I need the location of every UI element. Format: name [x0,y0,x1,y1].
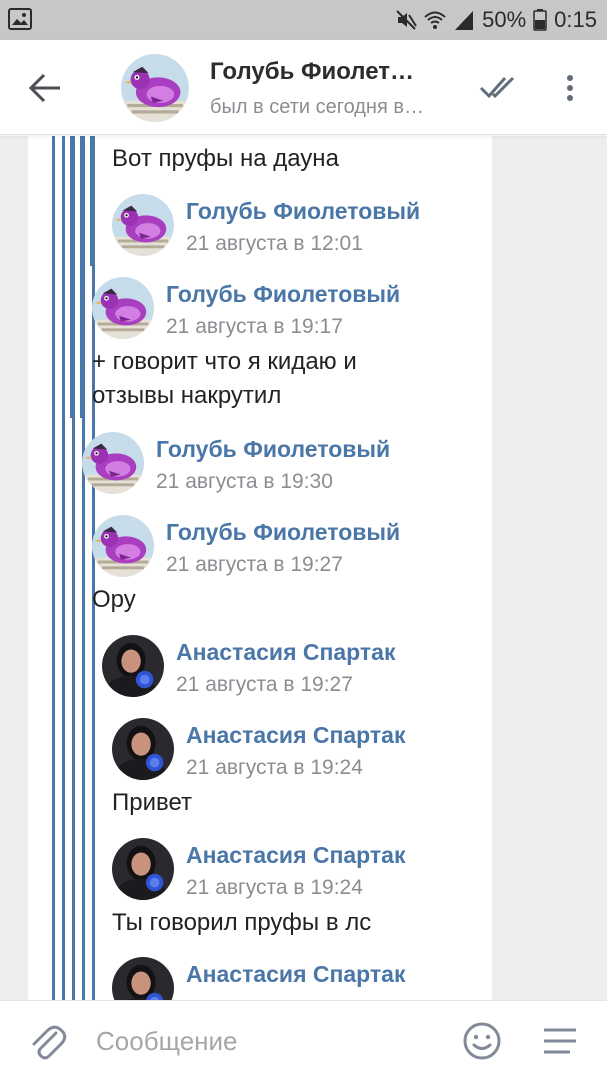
author-name[interactable]: Голубь Фиолетовый [166,519,400,546]
message-text: Привет [112,789,193,816]
contact-name[interactable]: Голубь Фиолет… [210,58,414,86]
mute-icon [396,10,417,30]
message-date: 21 августа в 19:24 [186,756,363,779]
author-name[interactable]: Голубь Фиолетовый [156,436,390,463]
message-date: 21 августа в 19:27 [166,553,343,576]
screen: 50% 0:15 Голубь Фиолет… был в сети сегод… [0,0,607,1080]
author-name[interactable]: Анастасия Спартак [186,842,406,869]
message-date: 21 августа в 19:30 [156,470,333,493]
message-composer [0,1000,607,1080]
status-icons: 50% 0:15 [395,0,597,40]
author-avatar[interactable] [112,718,174,780]
battery-icon [533,9,547,31]
nest-line [90,136,93,266]
author-avatar[interactable] [102,635,164,697]
paperclip-icon[interactable] [28,1021,68,1063]
nest-line [82,618,85,1000]
message-text: Ты говорил пруфы в лс [112,909,372,936]
clock: 0:15 [554,7,597,32]
message-input[interactable] [96,1019,446,1063]
nest-line [92,706,95,1000]
wifi-icon [424,11,446,29]
message-area[interactable]: Вот пруфы на дауна Голубь Фиолетовый 21 … [0,136,607,1000]
image-icon [8,8,32,30]
message-text: отзывы накрутил [92,382,282,409]
status-bar: 50% 0:15 [0,0,607,40]
nest-line [52,136,55,1000]
message-date: 21 августа в 19:24 [186,876,363,899]
author-avatar[interactable] [92,277,154,339]
signal-icon [455,11,474,30]
contact-avatar[interactable] [121,54,189,122]
back-arrow-icon[interactable] [22,66,66,110]
message-date: 21 августа в 12:01 [186,232,363,255]
message-date: 21 августа в 19:17 [166,315,343,338]
author-name[interactable]: Голубь Фиолетовый [186,198,420,225]
chat-header: Голубь Фиолет… был в сети сегодня в… [0,40,607,135]
nest-line [72,504,75,1000]
message-text: Ору [92,586,136,613]
nest-line [80,136,83,418]
smile-icon[interactable] [462,1021,502,1061]
author-avatar[interactable] [112,838,174,900]
nest-line [62,136,65,1000]
author-name[interactable]: Голубь Фиолетовый [166,281,400,308]
battery-percent: 50% [482,7,527,32]
author-avatar[interactable] [92,515,154,577]
author-name[interactable]: Анастасия Спартак [176,639,396,666]
message-date: 21 августа в 19:27 [176,673,353,696]
author-name[interactable]: Анастасия Спартак [186,961,406,988]
author-name[interactable]: Анастасия Спартак [186,722,406,749]
author-avatar[interactable] [112,194,174,256]
more-vert-icon[interactable] [555,68,585,108]
menu-icon[interactable] [540,1025,580,1057]
double-check-icon[interactable] [478,72,520,102]
contact-status: был в сети сегодня в… [210,96,424,118]
nest-line [70,136,73,418]
message-text: + говорит что я кидаю и [92,348,357,375]
message-text: Вот пруфы на дауна [112,145,339,172]
author-avatar[interactable] [82,432,144,494]
